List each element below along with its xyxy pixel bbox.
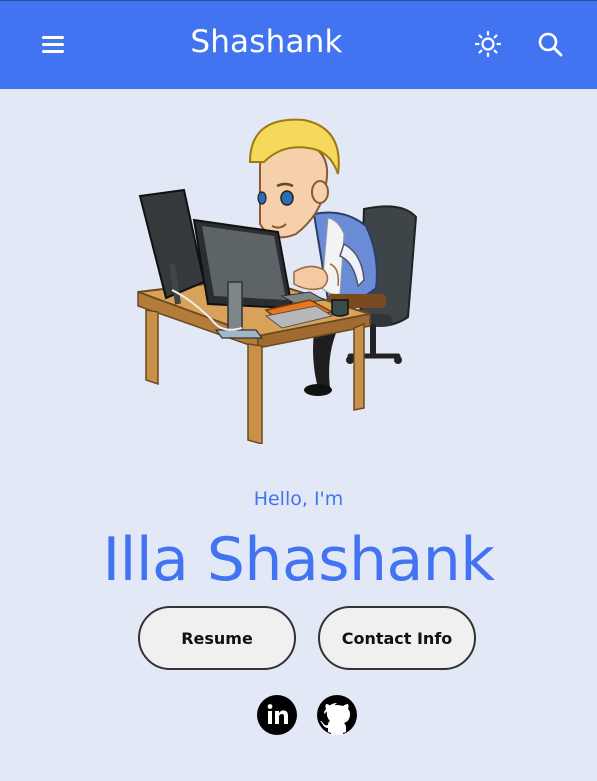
hero-name: Illa Shashank [102, 525, 495, 595]
linkedin-icon [257, 695, 297, 735]
search-icon [538, 32, 563, 57]
sun-icon [474, 30, 502, 58]
top-navbar: Shashank [0, 0, 597, 89]
theme-toggle-button[interactable] [473, 29, 503, 59]
site-brand[interactable]: Shashank [0, 24, 597, 60]
developer-illustration [137, 118, 418, 444]
github-icon [317, 695, 357, 735]
github-link[interactable] [317, 695, 357, 735]
search-button[interactable] [535, 29, 565, 59]
resume-button[interactable]: Resume [138, 606, 296, 670]
contact-info-button[interactable]: Contact Info [318, 606, 476, 670]
linkedin-link[interactable] [257, 695, 297, 735]
greeting-text: Hello, I'm [253, 488, 344, 510]
